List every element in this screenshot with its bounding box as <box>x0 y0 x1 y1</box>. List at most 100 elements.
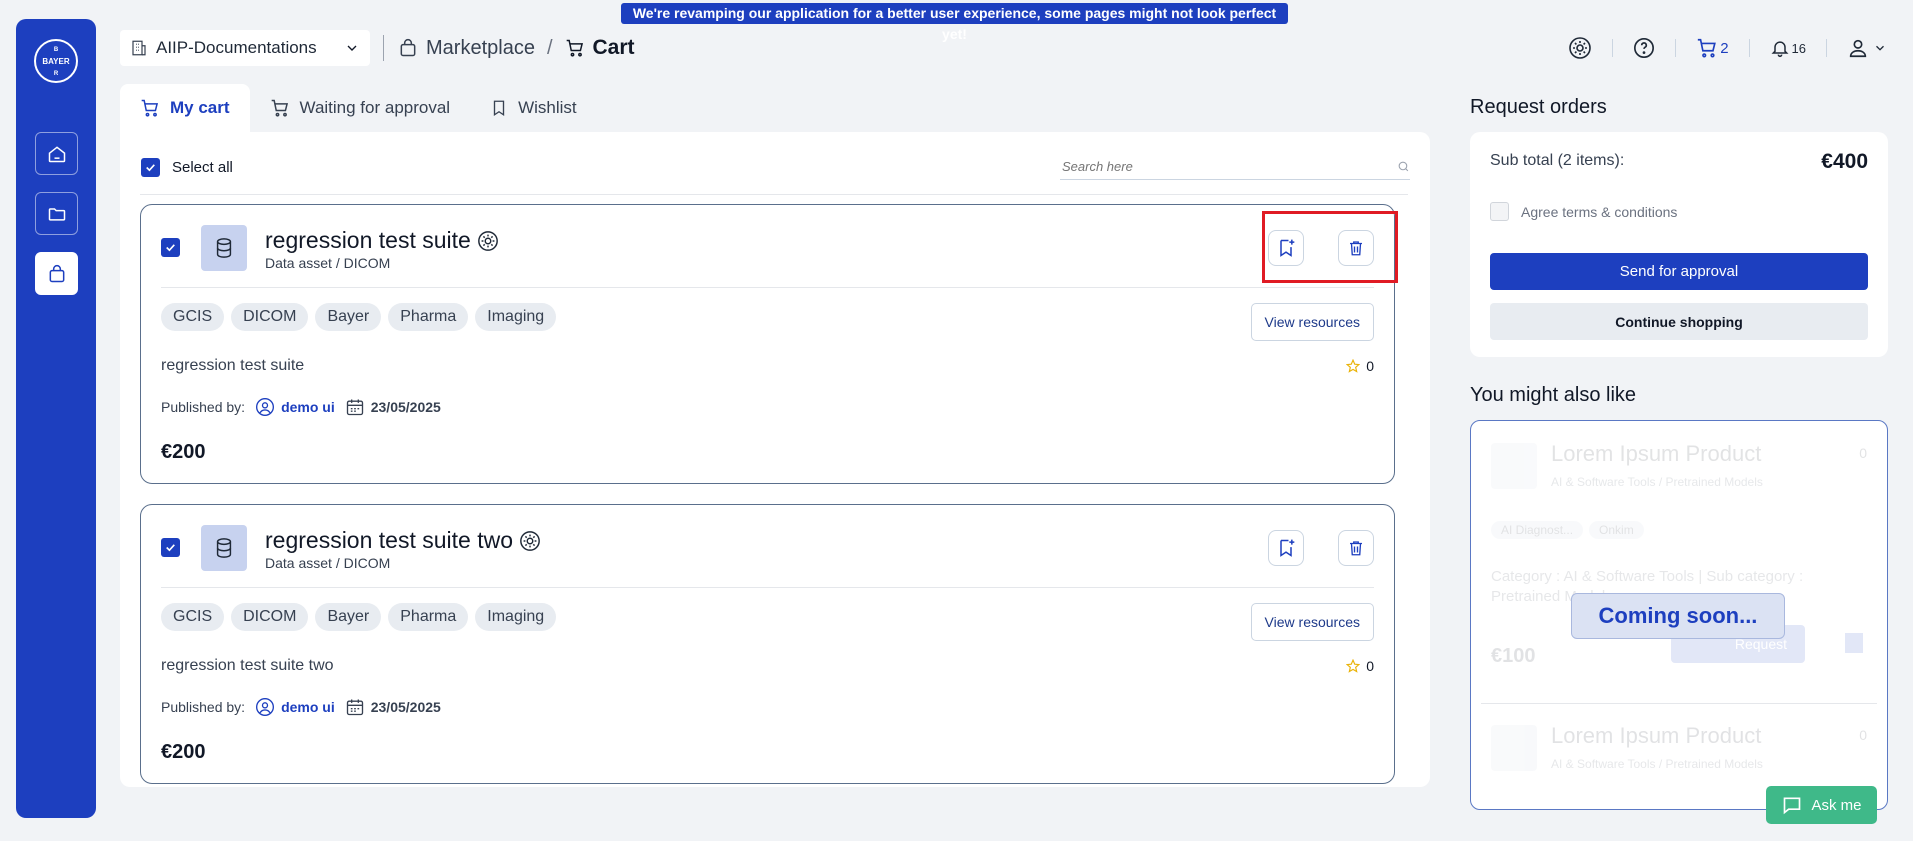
tab-label: Wishlist <box>518 98 577 117</box>
search-input[interactable] <box>1060 159 1360 174</box>
check-icon <box>166 544 175 552</box>
workspace-name: AIIP-Documentations <box>156 38 317 57</box>
product-rating: 0 <box>1859 445 1867 461</box>
notifications-button[interactable]: 16 <box>1770 38 1806 58</box>
database-icon <box>201 525 247 571</box>
view-resources-button[interactable]: View resources <box>1250 603 1374 641</box>
star-icon <box>1346 659 1361 673</box>
top-icons: 2 16 <box>1568 28 1887 68</box>
add-to-wishlist-button[interactable] <box>1268 530 1304 566</box>
tag: DICOM <box>231 603 309 631</box>
help-button[interactable] <box>1633 37 1655 59</box>
bell-icon <box>1771 41 1789 58</box>
bayer-logo[interactable]: BAYER B R <box>34 39 78 83</box>
chat-icon <box>1784 797 1801 815</box>
item-checkbox[interactable] <box>161 238 180 257</box>
calendar-icon <box>346 399 363 416</box>
breadcrumb-cart: Cart <box>592 36 635 59</box>
chevron-down-icon <box>1876 45 1884 51</box>
add-to-wishlist-button[interactable] <box>1268 230 1304 266</box>
svg-text:BAYER: BAYER <box>42 57 69 66</box>
bookmark-plus-icon <box>1280 539 1295 557</box>
cart-search <box>1060 154 1410 180</box>
item-title[interactable]: regression test suite two <box>265 527 541 554</box>
publish-date: 23/05/2025 <box>370 399 441 415</box>
item-title[interactable]: regression test suite <box>265 227 499 254</box>
user-menu-button[interactable] <box>1847 37 1887 59</box>
rating-value: 0 <box>1366 658 1374 674</box>
svg-text:R: R <box>54 71 59 77</box>
gear-icon <box>477 230 498 251</box>
divider <box>1612 39 1614 57</box>
tag: DICOM <box>231 303 309 331</box>
product-category: AI & Software Tools / Pretrained Models <box>1551 475 1763 489</box>
delete-item-button[interactable] <box>1338 230 1374 266</box>
agree-terms[interactable]: Agree terms & conditions <box>1490 202 1677 221</box>
tab-wishlist[interactable]: Wishlist <box>470 84 597 132</box>
product-name: Lorem Ipsum Product <box>1551 723 1762 748</box>
ai-settings-button[interactable] <box>1568 36 1592 60</box>
trash-icon <box>1350 241 1362 256</box>
rating-value: 0 <box>1366 358 1374 374</box>
tab-waiting-for-approval[interactable]: Waiting for approval <box>250 84 471 132</box>
cart-button[interactable]: 2 <box>1696 37 1729 59</box>
select-all[interactable]: Select all <box>141 158 233 177</box>
tag: Onkim <box>1589 521 1644 539</box>
delete-item-button[interactable] <box>1338 530 1374 566</box>
product-rating: 0 <box>1859 727 1867 743</box>
divider <box>1748 39 1750 57</box>
product-price: €100 <box>1491 645 1536 667</box>
gear-icon <box>1569 37 1591 59</box>
subtotal-label: Sub total (2 items): <box>1490 152 1625 169</box>
item-published: Published by: demo ui 23/05/2025 <box>161 697 441 717</box>
product-name: Lorem Ipsum Product <box>1551 441 1762 466</box>
breadcrumb: Marketplace / Cart <box>383 28 635 68</box>
item-description: regression test suite two <box>161 657 334 674</box>
tab-label: My cart <box>170 98 230 117</box>
user-circle-icon <box>256 398 275 416</box>
cart-item-card: regression test suite two Data asset / D… <box>140 504 1395 784</box>
view-resources-button[interactable]: View resources <box>1250 303 1374 341</box>
item-tags: GCIS DICOM Bayer Pharma Imaging <box>161 303 557 331</box>
notification-count: 16 <box>1791 40 1806 56</box>
recommendations-title: You might also like <box>1470 384 1637 406</box>
database-icon <box>201 225 247 271</box>
bookmark-plus-icon <box>1280 239 1295 257</box>
divider <box>1826 39 1827 57</box>
author-link[interactable]: demo ui <box>281 699 335 715</box>
continue-shopping-button[interactable]: Continue shopping <box>1490 303 1868 340</box>
tag: GCIS <box>161 603 225 631</box>
marketplace-nav-button[interactable] <box>35 252 78 295</box>
tab-my-cart[interactable]: My cart <box>120 84 250 132</box>
select-all-checkbox[interactable] <box>141 158 160 177</box>
send-for-approval-button[interactable]: Send for approval <box>1490 253 1868 290</box>
star-icon <box>1346 359 1361 373</box>
ask-me-button[interactable]: Ask me <box>1766 786 1877 824</box>
agree-terms-checkbox[interactable] <box>1490 202 1509 221</box>
item-subtitle: Data asset / DICOM <box>265 555 391 571</box>
search-icon[interactable] <box>1397 160 1410 173</box>
divider <box>161 287 1374 288</box>
author-link[interactable]: demo ui <box>281 399 335 415</box>
workspace-selector[interactable]: AIIP-Documentations <box>120 30 370 66</box>
check-icon <box>146 164 155 172</box>
folder-nav-button[interactable] <box>35 192 78 235</box>
home-nav-button[interactable] <box>35 132 78 175</box>
published-label: Published by: <box>161 699 246 715</box>
breadcrumb-marketplace[interactable]: Marketplace <box>426 37 535 60</box>
cart-icon <box>1698 38 1717 58</box>
tab-label: Waiting for approval <box>299 98 451 117</box>
item-checkbox[interactable] <box>161 538 180 557</box>
item-price: €200 <box>161 441 206 463</box>
user-circle-icon <box>256 698 275 716</box>
ask-me-label: Ask me <box>1811 796 1862 814</box>
cart-panel: Select all regression test suite Data as… <box>120 132 1430 787</box>
select-all-label: Select all <box>172 159 233 176</box>
item-rating: 0 <box>1346 358 1374 374</box>
shopping-bag-icon <box>49 264 64 282</box>
building-icon <box>132 40 146 56</box>
cart-icon <box>566 39 583 57</box>
divider <box>140 194 1408 195</box>
publish-date: 23/05/2025 <box>370 699 441 715</box>
tag: Pharma <box>388 303 469 331</box>
